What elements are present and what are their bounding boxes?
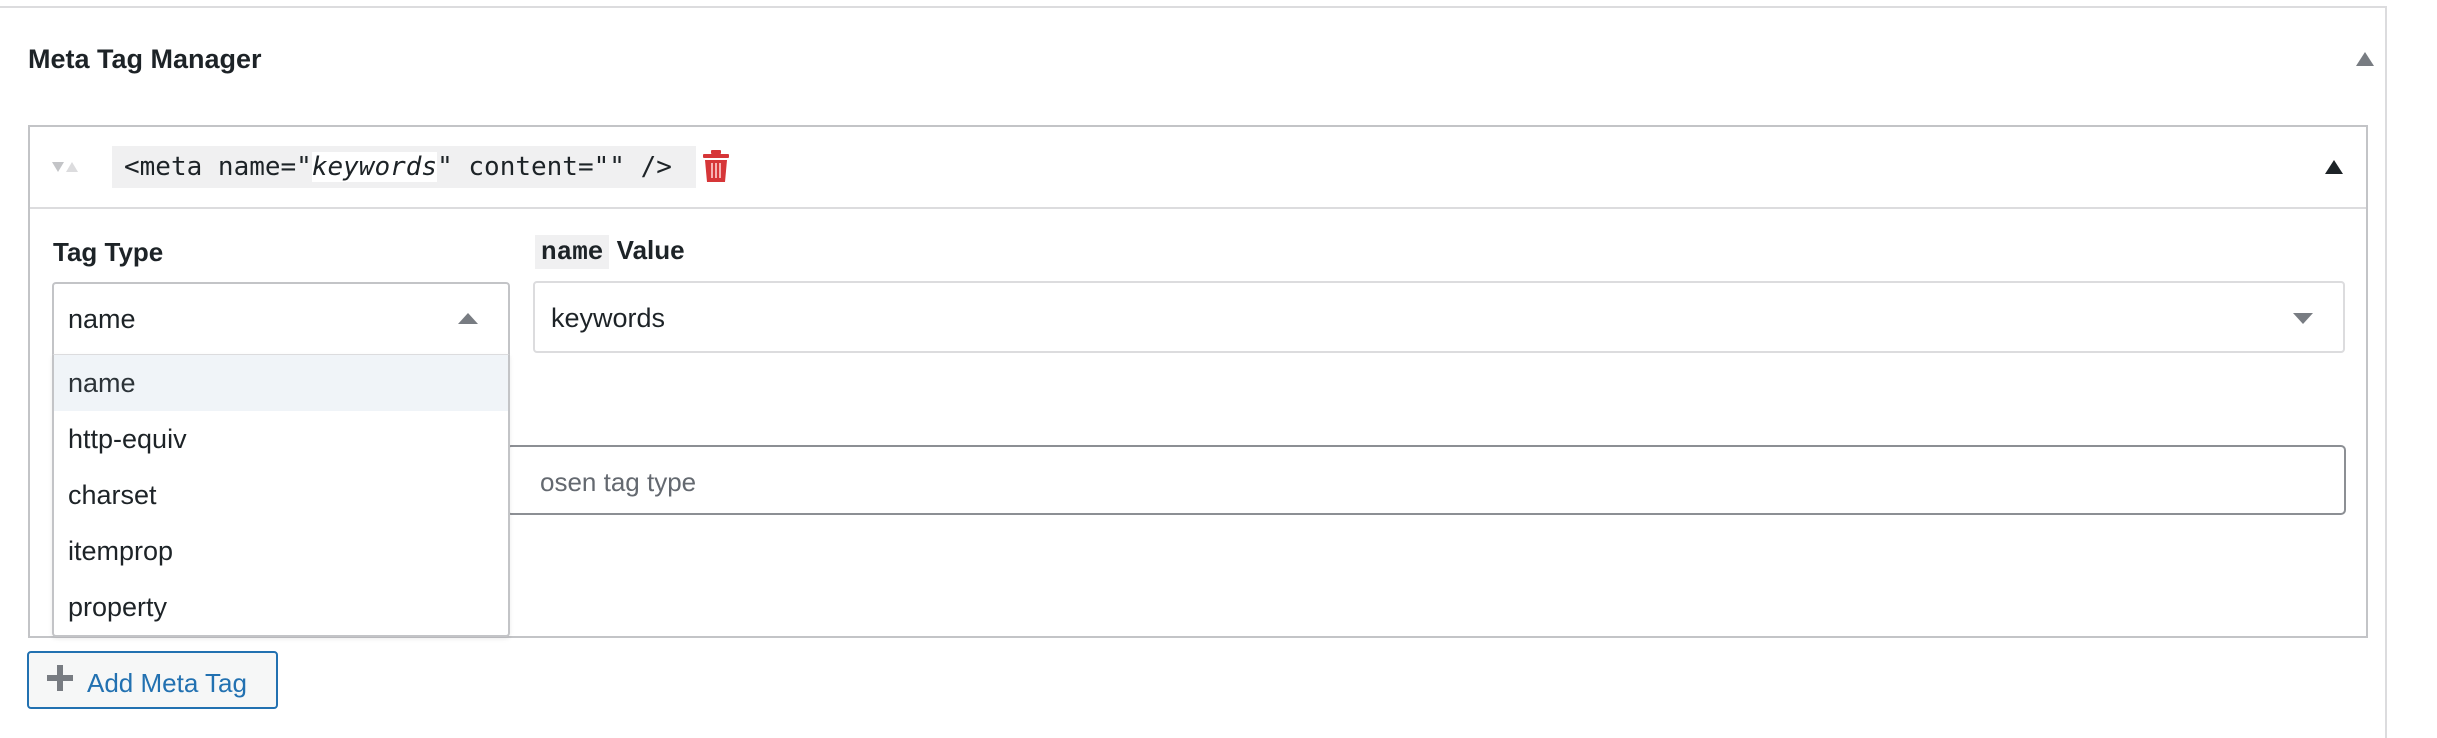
content-input[interactable]: osen tag type — [506, 445, 2346, 515]
collapse-metabox-icon[interactable] — [2356, 52, 2374, 66]
meta-tag-manager-metabox: Meta Tag Manager <meta name="keywords" c… — [0, 8, 2387, 738]
option-name[interactable]: name — [54, 355, 508, 411]
meta-tag-panel: <meta name="keywords" content="" /> Tag … — [28, 125, 2368, 638]
meta-tag-preview: <meta name="keywords" content="" /> — [112, 146, 696, 188]
collapse-tag-icon[interactable] — [2325, 160, 2343, 174]
trash-icon[interactable] — [702, 149, 730, 183]
meta-tag-header[interactable]: <meta name="keywords" content="" /> — [30, 127, 2366, 209]
add-meta-tag-button[interactable]: Add Meta Tag — [27, 651, 278, 709]
tag-type-label: Tag Type — [53, 237, 164, 267]
preview-prefix: <meta name=" — [124, 152, 312, 182]
chevron-down-icon — [2293, 313, 2313, 324]
option-charset[interactable]: charset — [54, 467, 508, 523]
option-http-equiv[interactable]: http-equiv — [54, 411, 508, 467]
preview-suffix: " content="" /> — [437, 152, 672, 182]
option-itemprop[interactable]: itemprop — [54, 523, 508, 579]
content-placeholder: osen tag type — [540, 467, 697, 497]
tag-type-chip: name — [535, 235, 610, 269]
tag-type-selected: name — [68, 304, 136, 334]
option-property[interactable]: property — [54, 579, 508, 635]
tag-value-selected: keywords — [551, 303, 666, 333]
preview-keyword: keywords — [311, 152, 438, 182]
tag-value-label: name Value — [535, 235, 685, 269]
metabox-title: Meta Tag Manager — [28, 44, 262, 74]
tag-type-select[interactable]: name — [52, 282, 510, 354]
chevron-up-icon — [458, 313, 478, 324]
tag-type-dropdown: name http-equiv charset itemprop propert… — [52, 354, 510, 637]
top-divider — [0, 0, 2387, 8]
value-label-text: Value — [616, 235, 685, 265]
plus-icon — [47, 665, 73, 691]
add-meta-tag-label: Add Meta Tag — [87, 668, 247, 698]
sort-arrows-icon[interactable] — [52, 160, 92, 176]
tag-value-select[interactable]: keywords — [533, 281, 2345, 353]
